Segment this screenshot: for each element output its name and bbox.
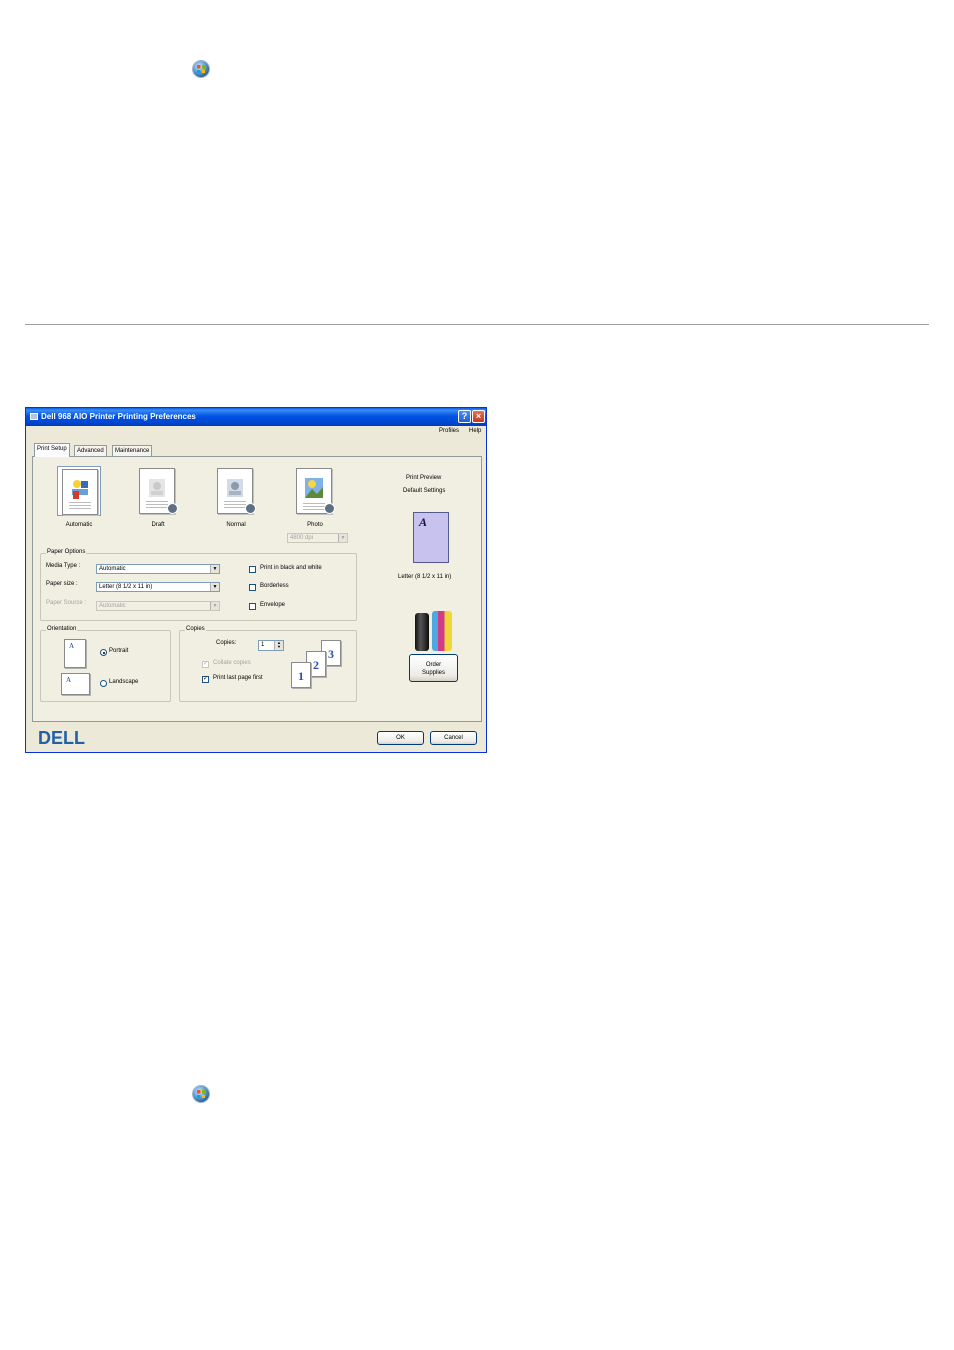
last-page-first-label: Print last page first [213,675,263,681]
paper-options-title: Paper Options [46,549,87,555]
black-white-checkbox[interactable] [249,566,256,573]
borderless-checkbox[interactable] [249,584,256,591]
quality-label-normal: Normal [226,522,246,528]
tab-maintenance[interactable]: Maintenance [112,445,153,456]
help-title-button[interactable]: ? [458,410,471,423]
print-preview-page: A [413,512,449,563]
portrait-page-icon: A [64,639,86,668]
landscape-label: Landscape [109,679,139,685]
dell-logo: DELL [38,728,85,748]
collate-label: Collate copies [213,660,251,666]
portrait-radio[interactable] [100,649,107,656]
color-cartridge-icon [432,611,452,651]
quality-automatic[interactable] [57,466,101,516]
copies-label: Copies: [216,640,237,646]
spinner-arrows-icon[interactable]: ▲ ▼ [274,641,283,650]
envelope-label: Envelope [260,602,286,608]
photo-badge-icon [324,503,335,514]
quality-normal[interactable] [213,466,257,516]
chevron-down-icon: ▼ [338,534,347,542]
print-preview-paper-size: Letter (8 1/2 x 11 in) [398,574,452,580]
draft-badge-icon [167,503,178,514]
portrait-label: Portrait [109,648,129,654]
copies-value: 1 [261,642,265,648]
quality-draft[interactable] [135,466,179,516]
chevron-down-icon: ▼ [210,602,219,610]
order-supplies-line2: Supplies [421,670,445,676]
orientation-title: Orientation [46,626,78,632]
automatic-quality-icon [62,469,98,515]
order-supplies-button[interactable]: Order Supplies [409,654,458,682]
paper-source-select[interactable]: Automatic ▼ [96,601,220,611]
tab-advanced[interactable]: Advanced [74,445,107,456]
landscape-radio[interactable] [100,680,107,687]
quality-label-photo: Photo [307,522,323,528]
tab-print-setup[interactable]: Print Setup [34,443,70,457]
ink-cartridge-icon [415,613,429,651]
quality-label-draft: Draft [151,522,165,528]
chevron-down-icon: ▼ [210,583,219,591]
envelope-checkbox[interactable] [249,603,256,610]
landscape-page-icon: A [61,673,90,695]
photo-dpi-value: 4800 dpi [290,535,314,541]
media-type-value: Automatic [99,566,126,572]
close-button[interactable]: × [472,410,485,423]
menu-help[interactable]: Help [469,428,481,434]
photo-dpi-select[interactable]: 4800 dpi ▼ [287,533,348,543]
paper-source-label: Paper Source : [46,600,87,606]
ok-button[interactable]: OK [377,731,424,745]
windows-start-icon [193,1086,209,1102]
orientation-group: Orientation [40,626,171,702]
copy-page-1-icon: 1 [291,662,311,688]
chevron-down-icon: ▼ [210,565,219,573]
normal-badge-icon [245,503,256,514]
quality-photo[interactable] [292,466,336,516]
last-page-first-checkbox[interactable]: ✓ [202,676,209,683]
media-type-select[interactable]: Automatic ▼ [96,564,220,574]
paper-source-value: Automatic [99,603,126,609]
copies-title: Copies [185,626,206,632]
print-preview-title: Print Preview [406,475,442,481]
section-divider [25,324,929,325]
print-preview-subtitle: Default Settings [403,488,446,494]
quality-label-automatic: Automatic [65,522,93,528]
paper-size-select[interactable]: Letter (8 1/2 x 11 in) ▼ [96,582,220,592]
collate-checkbox[interactable]: ✓ [202,661,209,668]
menu-profiles[interactable]: Profiles [439,428,459,434]
paper-size-label: Paper size : [46,581,78,587]
borderless-label: Borderless [260,583,289,589]
window-title: Dell 968 AIO Printer Printing Preference… [41,412,196,421]
windows-start-icon [193,61,209,77]
title-bar[interactable]: Dell 968 AIO Printer Printing Preference… [26,408,486,426]
paper-size-value: Letter (8 1/2 x 11 in) [99,584,153,590]
cancel-button[interactable]: Cancel [430,731,477,745]
printer-icon [30,413,38,420]
order-supplies-line1: Order [425,662,442,668]
media-type-label: Media Type : [46,563,81,569]
black-white-label: Print in black and white [260,565,322,571]
copies-spinner[interactable]: 1 ▲ ▼ [258,640,284,651]
printing-preferences-dialog: Dell 968 AIO Printer Printing Preference… [25,407,487,753]
